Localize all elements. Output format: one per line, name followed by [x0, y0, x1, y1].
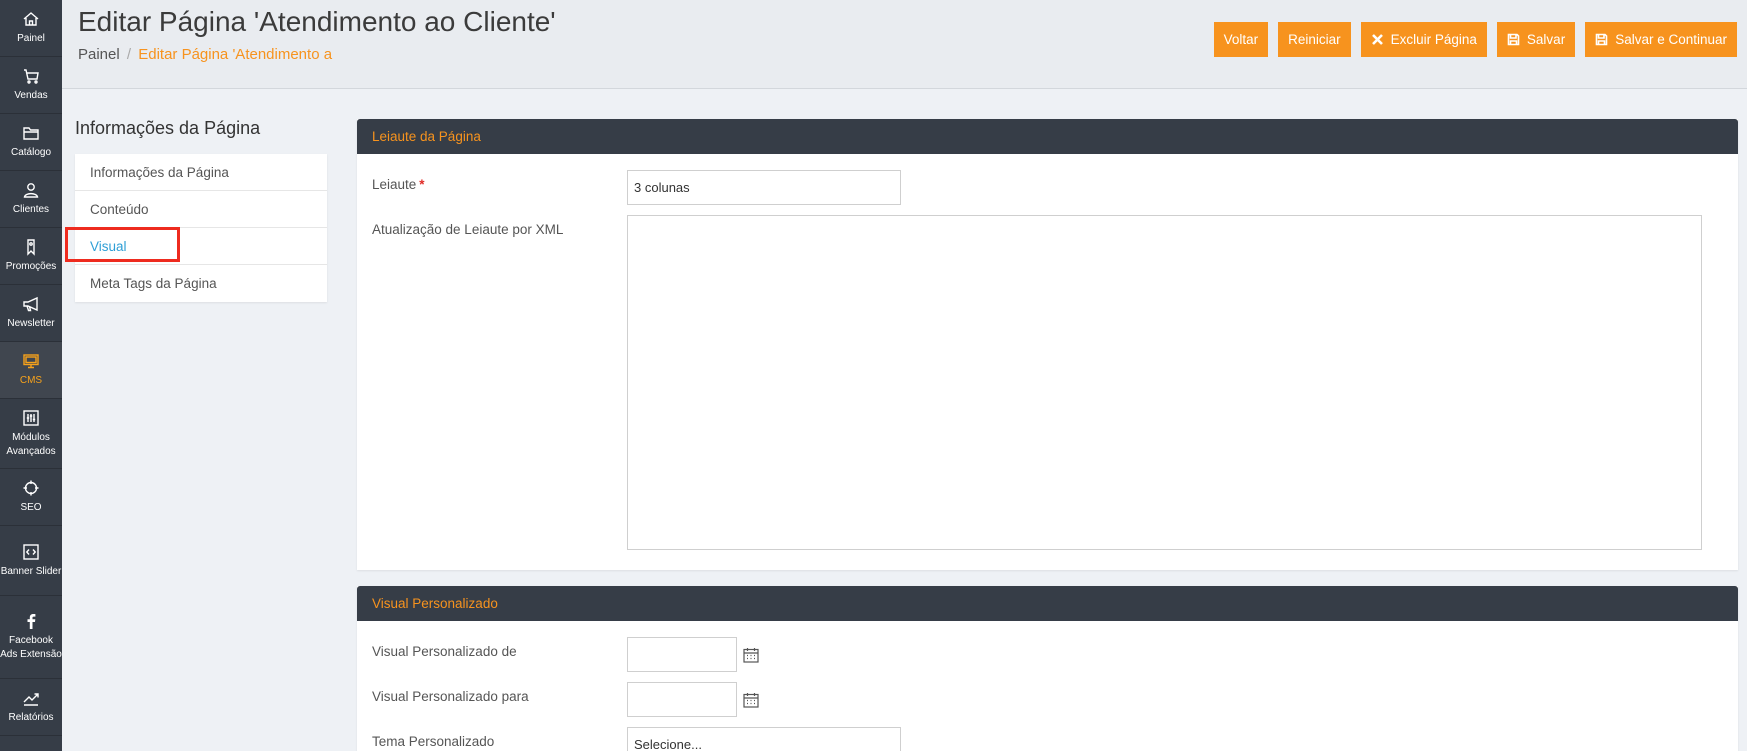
xml-layout-textarea[interactable] — [627, 215, 1702, 550]
breadcrumb-current: Editar Página 'Atendimento a — [138, 46, 333, 63]
nav-item-label: SEO — [20, 502, 42, 513]
nav-item-catalogo[interactable]: Catálogo — [0, 114, 62, 171]
layout-select[interactable]: 3 colunas — [627, 170, 901, 205]
cart-icon — [22, 67, 40, 85]
breadcrumb: Painel / Editar Página 'Atendimento a — [78, 46, 332, 63]
monitor-icon — [22, 352, 40, 370]
facebook-icon — [22, 612, 40, 630]
calendar-icon[interactable] — [742, 691, 760, 709]
save-button-label: Salvar — [1526, 32, 1566, 47]
layout-label: Leiaute * — [372, 177, 425, 192]
annotation-highlight-box — [65, 227, 180, 262]
home-icon — [22, 10, 40, 28]
nav-item-cms[interactable]: CMS — [0, 342, 62, 399]
custom-from-label: Visual Personalizado de — [372, 644, 517, 659]
nav-item-label: Vendas — [14, 90, 48, 101]
nav-item-painel[interactable]: Painel — [0, 0, 62, 57]
nav-item-newsletter[interactable]: Newsletter — [0, 285, 62, 342]
tabs-title: Informações da Página — [75, 118, 261, 138]
delete-page-button-label: Excluir Página — [1390, 32, 1477, 47]
nav-item-relatorios[interactable]: Relatórios — [0, 679, 62, 736]
nav-item-vendas[interactable]: Vendas — [0, 57, 62, 114]
nav-item-banner-slider[interactable]: Banner Slider — [0, 526, 62, 596]
nav-item-modulos-avancados[interactable]: Módulos Avançados — [0, 399, 62, 469]
nav-item-label: Catálogo — [10, 147, 52, 158]
nav-item-promocoes[interactable]: Promoções — [0, 228, 62, 285]
user-icon — [22, 181, 40, 199]
layout-label-text: Leiaute — [372, 177, 417, 192]
crosshair-icon — [22, 479, 40, 497]
custom-to-date-input[interactable] — [627, 682, 737, 717]
custom-design-section-title[interactable]: Visual Personalizado — [357, 586, 1738, 621]
calendar-icon[interactable] — [742, 646, 760, 664]
custom-from-date-input[interactable] — [627, 637, 737, 672]
x-icon — [1371, 34, 1383, 45]
code-icon — [22, 543, 40, 561]
tag-icon — [22, 238, 40, 256]
reset-button[interactable]: Reiniciar — [1278, 22, 1351, 57]
chart-icon — [22, 689, 40, 707]
nav-item-label: Clientes — [12, 204, 50, 215]
sliders-icon — [22, 409, 40, 427]
megaphone-icon — [22, 295, 40, 313]
page-header: Editar Página 'Atendimento ao Cliente' P… — [62, 0, 1747, 89]
required-marker: * — [419, 177, 425, 192]
nav-item-label: Facebook Ads Extensão — [0, 635, 62, 660]
save-and-continue-button[interactable]: Salvar e Continuar — [1585, 22, 1737, 57]
tab-meta-tags[interactable]: Meta Tags da Página — [75, 265, 327, 302]
back-button[interactable]: Voltar — [1213, 22, 1269, 57]
delete-page-button[interactable]: Excluir Página — [1360, 22, 1487, 57]
save-and-continue-button-label: Salvar e Continuar — [1615, 32, 1727, 47]
nav-item-label: Módulos Avançados — [6, 431, 56, 457]
breadcrumb-root-link[interactable]: Painel — [78, 46, 120, 63]
nav-item-label: Banner Slider — [0, 565, 62, 577]
nav-item-label: Painel — [17, 33, 45, 44]
nav-item-clientes[interactable]: Clientes — [0, 171, 62, 228]
breadcrumb-separator: / — [126, 46, 132, 63]
layout-section-title[interactable]: Leiaute da Página — [357, 119, 1738, 154]
nav-item-seo[interactable]: SEO — [0, 469, 62, 526]
main-sidebar: Painel Vendas Catálogo Clientes Promoçõe… — [0, 0, 62, 751]
save-button[interactable]: Salvar — [1496, 22, 1576, 57]
tab-content[interactable]: Conteúdo — [75, 191, 327, 228]
custom-to-label: Visual Personalizado para — [372, 689, 529, 704]
floppy-disk-icon — [1595, 33, 1608, 46]
back-button-label: Voltar — [1223, 32, 1259, 47]
floppy-disk-icon — [1507, 33, 1520, 46]
custom-design-section: Visual Personalizado Visual Personalizad… — [357, 586, 1738, 751]
tab-page-info[interactable]: Informações da Página — [75, 154, 327, 191]
nav-item-label: CMS — [19, 375, 43, 386]
nav-item-label: Relatórios — [8, 712, 54, 723]
xml-layout-label: Atualização de Leiaute por XML — [372, 222, 564, 237]
action-toolbar: Voltar Reiniciar Excluir Página Salvar S… — [1213, 22, 1737, 57]
nav-item-label: Newsletter — [7, 318, 55, 329]
nav-item-facebook-ads[interactable]: Facebook Ads Extensão — [0, 596, 62, 679]
folder-icon — [22, 124, 40, 142]
reset-button-label: Reiniciar — [1288, 32, 1341, 47]
layout-section: Leiaute da Página Leiaute * 3 colunas Atu… — [357, 119, 1738, 570]
custom-theme-select[interactable]: Selecione... — [627, 727, 901, 751]
page-title: Editar Página 'Atendimento ao Cliente' — [78, 6, 556, 37]
nav-item-label: Promoções — [5, 261, 57, 272]
custom-theme-label: Tema Personalizado — [372, 734, 495, 749]
